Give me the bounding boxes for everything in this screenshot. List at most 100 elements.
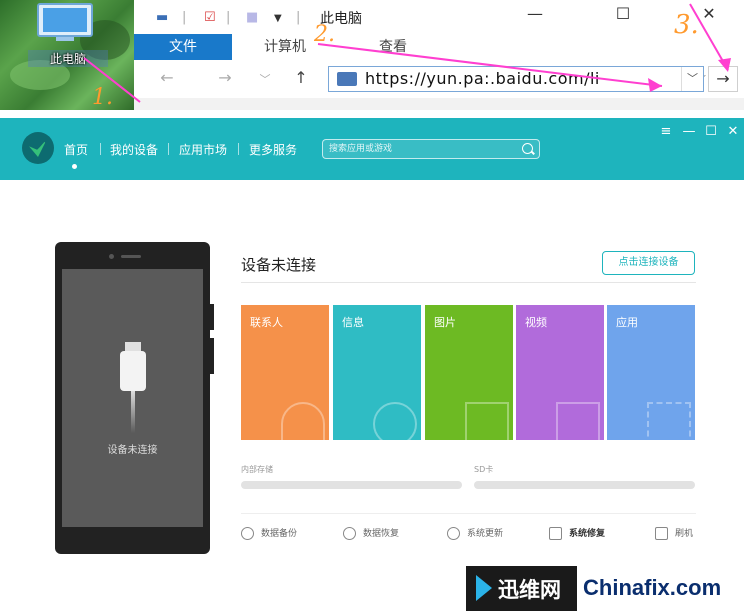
separator-icon: |: [296, 10, 301, 25]
sd-card-bar: [474, 481, 695, 489]
tile-label: 信息: [342, 316, 364, 329]
apps-grid-icon: [647, 402, 691, 440]
app-header: 首页 我的设备 应用市场 更多服务 ≡ — ☐ ✕: [0, 118, 744, 180]
nav-more-services[interactable]: 更多服务: [249, 141, 297, 158]
restore-icon: [343, 527, 356, 540]
properties-icon[interactable]: ☑: [204, 10, 216, 25]
backup-icon: [241, 527, 254, 540]
step-3-marker: 3.: [674, 10, 699, 40]
app-logo: [22, 132, 54, 164]
usb-plug-icon: [120, 351, 146, 391]
nav-active-indicator: [72, 164, 77, 169]
new-folder-icon[interactable]: ■: [246, 10, 258, 25]
app-search-box[interactable]: [322, 139, 540, 159]
phone-manager-app: 首页 我的设备 应用市场 更多服务 ≡ — ☐ ✕ 设备未连接 设备未连接 点击…: [0, 118, 744, 611]
update-icon: [447, 527, 460, 540]
app-close-button[interactable]: ✕: [724, 124, 742, 139]
tile-label: 联系人: [250, 316, 283, 329]
tool-label: 数据备份: [261, 529, 298, 539]
nav-separator: [168, 143, 169, 155]
phone-status-text: 设备未连接: [107, 445, 158, 456]
tile-videos[interactable]: 视频: [516, 305, 604, 440]
tool-label: 系统更新: [467, 529, 504, 539]
recent-locations-button[interactable]: ﹀: [252, 71, 278, 87]
address-bar[interactable]: https://yun.pa:.baidu.com/li ﹀: [328, 66, 704, 92]
step-1-marker: 1.: [92, 85, 113, 110]
phone-camera: [109, 254, 114, 259]
watermark-en-text: Chinafix.com: [583, 575, 722, 600]
minimize-button[interactable]: —: [520, 4, 550, 23]
contacts-icon: [281, 402, 325, 440]
phone-side-button: [210, 338, 214, 374]
watermark: 迅维网 Chinafix.com: [466, 566, 744, 611]
tile-label: 视频: [525, 316, 547, 329]
app-maximize-button[interactable]: ☐: [702, 124, 720, 139]
pictures-icon: [465, 402, 509, 440]
divider: [241, 513, 696, 514]
tool-system-update[interactable]: 系统更新: [447, 526, 503, 540]
maximize-button[interactable]: ☐: [608, 4, 638, 23]
tile-label: 应用: [616, 316, 638, 329]
this-pc-label[interactable]: 此电脑: [28, 50, 108, 67]
tool-label: 数据恢复: [363, 529, 400, 539]
tile-label: 图片: [434, 316, 456, 329]
tile-pictures[interactable]: 图片: [425, 305, 513, 440]
ribbon-tabs: 文件 计算机 查看 ﹀: [134, 34, 744, 88]
customize-qat-icon[interactable]: ▼: [274, 13, 282, 24]
flash-icon: [655, 527, 668, 540]
videos-icon: [556, 402, 600, 440]
tile-messages[interactable]: 信息: [333, 305, 421, 440]
nav-my-devices[interactable]: 我的设备: [110, 141, 158, 158]
phone-side-button: [210, 304, 214, 330]
search-icon[interactable]: [522, 143, 533, 154]
tool-label: 刷机: [675, 529, 694, 539]
tool-backup[interactable]: 数据备份: [241, 526, 297, 540]
watermark-en-block: Chinafix.com: [577, 566, 744, 611]
desktop-area: 此电脑 1.: [0, 0, 134, 110]
nav-separator: [100, 143, 101, 155]
up-button[interactable]: ↑: [288, 68, 314, 87]
internal-storage-label: 内部存储: [241, 465, 273, 474]
back-button[interactable]: ←: [154, 68, 180, 87]
separator-icon: |: [226, 10, 231, 25]
menu-button[interactable]: ≡: [657, 124, 675, 139]
file-explorer-window: ▬ | ☑ | ■ ▼ | 此电脑 — ☐ ✕ 文件 计算机 查看 ﹀ 2. 3…: [134, 0, 744, 110]
sd-card-label: SD卡: [474, 465, 494, 474]
wrench-icon: [549, 527, 562, 540]
phone-speaker: [121, 255, 141, 258]
forward-button[interactable]: →: [212, 68, 238, 87]
separator-icon: |: [182, 10, 187, 25]
step-2-marker: 2.: [314, 22, 335, 47]
explorer-content-edge: [134, 98, 744, 110]
connect-device-button[interactable]: 点击连接设备: [602, 251, 695, 275]
usb-cable: [131, 391, 135, 433]
navigation-bar: ← → ﹀ ↑ https://yun.pa:.baidu.com/li ﹀ →: [134, 62, 744, 96]
tab-file[interactable]: 文件: [134, 34, 232, 60]
explorer-screenshot: 此电脑 1. ▬ | ☑ | ■ ▼ | 此电脑 — ☐ ✕ 文件 计算机 查看…: [0, 0, 744, 110]
phone-illustration: 设备未连接: [55, 242, 214, 554]
messages-icon: [373, 402, 417, 440]
watermark-logo-block: 迅维网: [466, 566, 577, 611]
go-button[interactable]: →: [708, 66, 738, 92]
divider: [241, 282, 696, 283]
location-icon: [337, 72, 357, 86]
app-minimize-button[interactable]: —: [680, 124, 698, 139]
watermark-arrow-icon: [476, 575, 492, 601]
address-url[interactable]: https://yun.pa:.baidu.com/li: [365, 69, 600, 88]
nav-app-market[interactable]: 应用市场: [179, 141, 227, 158]
tool-flash[interactable]: 刷机: [655, 526, 693, 540]
tool-system-repair[interactable]: 系统修复: [549, 526, 605, 540]
watermark-cn-text: 迅维网: [498, 578, 561, 602]
tile-contacts[interactable]: 联系人: [241, 305, 329, 440]
tool-restore[interactable]: 数据恢复: [343, 526, 399, 540]
address-dropdown-icon[interactable]: ﹀: [681, 67, 703, 91]
nav-home[interactable]: 首页: [64, 141, 88, 158]
tool-label: 系统修复: [569, 529, 606, 539]
search-input[interactable]: [329, 141, 519, 157]
computer-icon[interactable]: [34, 2, 96, 44]
tab-view[interactable]: 查看: [359, 34, 427, 60]
nav-separator: [238, 143, 239, 155]
explorer-app-icon: ▬: [156, 10, 169, 25]
quick-access-toolbar: ▬ | ☑ | ■ ▼ | 此电脑 — ☐ ✕: [134, 0, 744, 34]
tile-apps[interactable]: 应用: [607, 305, 695, 440]
